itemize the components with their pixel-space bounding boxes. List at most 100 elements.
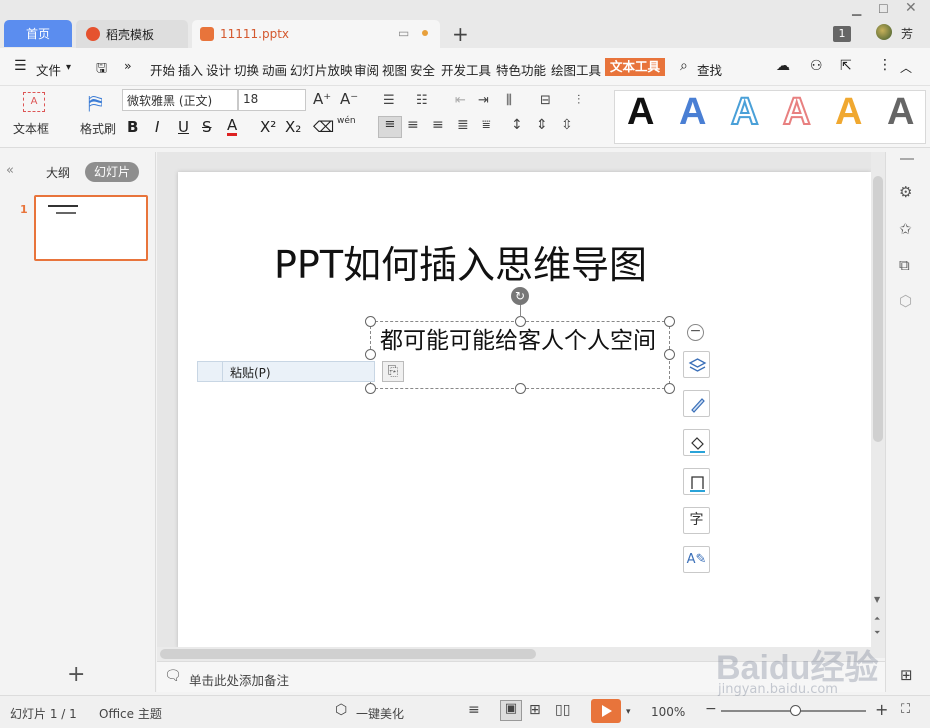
- collapse-ribbon-icon[interactable]: ︿: [900, 59, 912, 76]
- bold-button[interactable]: B: [127, 118, 138, 136]
- slide-sorter-icon[interactable]: ⊞: [529, 702, 541, 718]
- align-text-icon[interactable]: ⊟: [540, 93, 551, 108]
- tab-template[interactable]: 稻壳模板: [76, 20, 188, 48]
- format-painter-button[interactable]: 格式刷: [80, 120, 116, 137]
- vertical-scroll-thumb[interactable]: [873, 176, 883, 442]
- font-size-select[interactable]: 18: [238, 89, 306, 111]
- style-black[interactable]: A: [627, 91, 654, 134]
- menu-file[interactable]: 文件: [36, 60, 61, 79]
- justify-icon[interactable]: ≣: [457, 117, 469, 133]
- tab-home[interactable]: 首页: [4, 20, 72, 47]
- tab-slides[interactable]: 幻灯片: [85, 162, 139, 182]
- resize-handle[interactable]: [515, 383, 526, 394]
- next-slide-icon[interactable]: ⏷: [874, 628, 880, 638]
- fill-bucket-icon[interactable]: [683, 429, 710, 456]
- resize-handle[interactable]: [365, 349, 376, 360]
- brush-icon[interactable]: [683, 390, 710, 417]
- superscript-button[interactable]: X²: [260, 118, 276, 136]
- spacing-options-icon[interactable]: ⇳: [561, 117, 573, 133]
- italic-button[interactable]: I: [155, 118, 159, 136]
- strikethrough-button[interactable]: S: [202, 118, 212, 136]
- slide-thumbnail[interactable]: [34, 195, 148, 261]
- menu-slideshow[interactable]: 幻灯片放映: [290, 60, 353, 79]
- paste-options-icon[interactable]: ⎘: [382, 361, 404, 382]
- collapse-panel-icon[interactable]: «: [6, 163, 14, 178]
- clear-format-icon[interactable]: ⌫: [313, 118, 334, 136]
- notes-placeholder[interactable]: 单击此处添加备注: [189, 670, 289, 689]
- style-orange[interactable]: A: [835, 91, 862, 134]
- zoom-slider-thumb[interactable]: [790, 705, 801, 716]
- notes-toggle-icon[interactable]: ≡: [468, 702, 480, 718]
- slide-title[interactable]: PPT如何插入思维导图: [274, 234, 647, 289]
- textbox-text[interactable]: 都可能可能给客人个人空间: [380, 327, 665, 356]
- export-icon[interactable]: ⇱: [840, 58, 852, 74]
- menu-transition[interactable]: 切换: [234, 60, 259, 79]
- phonetic-button[interactable]: wén: [337, 116, 356, 126]
- menu-developer[interactable]: 开发工具: [441, 60, 491, 79]
- collapse-float-icon[interactable]: −: [687, 324, 704, 341]
- fit-window-icon[interactable]: ⛶: [901, 702, 910, 717]
- style-gray[interactable]: A: [887, 91, 914, 134]
- search-icon[interactable]: ⌕: [680, 58, 688, 74]
- tab-outline[interactable]: 大纲: [46, 164, 70, 181]
- distribute-icon[interactable]: ⩸: [482, 117, 491, 133]
- minimize-icon[interactable]: ▁: [852, 2, 861, 16]
- menu-insert[interactable]: 插入: [178, 60, 203, 79]
- zoom-level[interactable]: 100%: [651, 705, 685, 719]
- format-painter-icon[interactable]: ⛿: [88, 91, 103, 115]
- transition-icon[interactable]: ⧉: [899, 256, 910, 274]
- theme-name[interactable]: Office 主题: [99, 705, 162, 722]
- play-slideshow-button[interactable]: [591, 699, 621, 723]
- chevron-down-icon[interactable]: ▾: [66, 62, 71, 73]
- style-red-outline[interactable]: A: [782, 90, 811, 134]
- cloud-icon[interactable]: ☁: [776, 58, 790, 74]
- outline-icon[interactable]: [683, 468, 710, 495]
- subscript-button[interactable]: X₂: [285, 118, 301, 136]
- reading-view-icon[interactable]: ▯▯: [555, 702, 570, 718]
- decrease-indent-icon[interactable]: ⇤: [455, 93, 466, 108]
- maximize-icon[interactable]: ☐: [878, 2, 889, 16]
- shrink-font-icon[interactable]: A⁻: [340, 90, 358, 108]
- share-user-icon[interactable]: ⚇: [810, 58, 823, 74]
- line-spacing-icon[interactable]: ↕: [511, 117, 523, 133]
- menu-special[interactable]: 特色功能: [496, 60, 546, 79]
- resize-handle[interactable]: [664, 349, 675, 360]
- more-vertical-icon[interactable]: ⋮: [878, 57, 892, 73]
- resize-handle[interactable]: [664, 383, 675, 394]
- increase-indent-icon[interactable]: ⇥: [478, 93, 489, 108]
- paragraph-spacing-icon[interactable]: ⇕: [536, 117, 548, 133]
- save-icon[interactable]: 🖫: [96, 59, 107, 81]
- window-count-badge[interactable]: 1: [833, 26, 851, 42]
- textbox-icon[interactable]: A: [23, 92, 45, 112]
- align-right-icon[interactable]: ≡: [432, 117, 444, 133]
- grow-font-icon[interactable]: A⁺: [313, 90, 331, 108]
- bullets-icon[interactable]: ☰: [383, 93, 395, 108]
- scroll-down-icon[interactable]: ▼: [874, 595, 880, 604]
- screen-icon[interactable]: ▭: [398, 26, 409, 40]
- font-color-button[interactable]: A: [227, 118, 238, 136]
- animation-star-icon[interactable]: ✩: [899, 220, 912, 238]
- cube-icon[interactable]: ⬡: [899, 292, 912, 310]
- columns-icon[interactable]: ⫶: [577, 93, 580, 108]
- font-name-select[interactable]: 微软雅黑 (正文): [122, 89, 238, 111]
- normal-view-icon[interactable]: ▣: [500, 700, 522, 721]
- menu-security[interactable]: 安全: [410, 60, 435, 79]
- menu-review[interactable]: 审阅: [354, 60, 379, 79]
- close-icon[interactable]: ✕: [905, 0, 917, 16]
- more-icon[interactable]: »: [124, 58, 132, 73]
- zoom-out-icon[interactable]: −: [705, 701, 717, 717]
- text-style-gallery[interactable]: A A A A A A: [614, 90, 926, 144]
- play-options-icon[interactable]: ▾: [626, 707, 631, 717]
- underline-button[interactable]: U: [178, 118, 189, 136]
- menu-text-tool[interactable]: 文本工具: [605, 58, 666, 76]
- horizontal-scroll-thumb[interactable]: [160, 649, 536, 659]
- menu-search[interactable]: 查找: [697, 60, 722, 79]
- beautify-button[interactable]: 一键美化: [356, 705, 404, 722]
- align-left-icon[interactable]: ≡: [378, 116, 402, 138]
- char-format-icon[interactable]: 字: [683, 507, 710, 534]
- settings-sliders-icon[interactable]: ⚙: [899, 183, 912, 201]
- style-blue[interactable]: A: [679, 91, 706, 134]
- avatar[interactable]: [876, 24, 892, 40]
- resize-handle[interactable]: [515, 316, 526, 327]
- text-direction-icon[interactable]: ⫼: [506, 93, 512, 108]
